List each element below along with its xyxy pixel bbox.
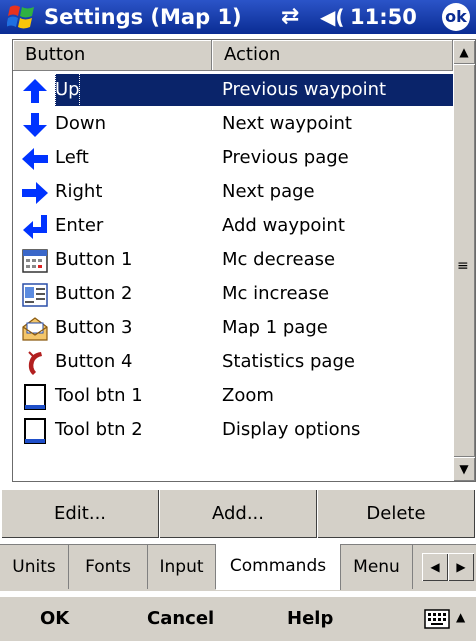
add-button[interactable]: Add...: [159, 489, 317, 538]
list-row[interactable]: Tool btn 1 Zoom: [13, 379, 453, 413]
scroll-thumb[interactable]: ≡: [453, 64, 475, 457]
row-button-label: Enter: [55, 215, 104, 236]
row-button-label: Button 2: [55, 283, 133, 304]
row-button-label: Left: [55, 147, 89, 168]
arrow-left-icon: [22, 148, 48, 170]
row-action-label: Mc increase: [222, 283, 330, 304]
list-rows: Up Previous waypoint Down Next waypoint …: [13, 73, 453, 447]
settings-tabs: Units Fonts Input Commands Menu ◀ ▶: [0, 544, 476, 591]
window-title: Settings (Map 1): [44, 5, 242, 29]
phone-icon: [28, 351, 42, 375]
delete-button[interactable]: Delete: [317, 489, 475, 538]
scroll-up-button[interactable]: ▲: [453, 40, 475, 64]
column-header-button[interactable]: Button: [13, 40, 212, 70]
tab-commands[interactable]: Commands: [216, 544, 341, 590]
keyboard-icon[interactable]: [424, 609, 450, 629]
list-row[interactable]: Button 2 Mc increase: [13, 277, 453, 311]
contacts-icon: [22, 283, 48, 307]
column-header-action[interactable]: Action: [212, 40, 453, 70]
enter-icon: [23, 215, 47, 239]
ok-title-button[interactable]: ok: [442, 3, 470, 31]
row-button-label: Tool btn 2: [55, 419, 143, 440]
row-action-label: Statistics page: [222, 351, 355, 372]
list-row[interactable]: Down Next waypoint: [13, 107, 453, 141]
windows-start-icon[interactable]: [7, 3, 37, 31]
commands-list[interactable]: Button Action Up Previous waypoint Down …: [12, 39, 476, 482]
list-row[interactable]: Up Previous waypoint: [13, 73, 453, 107]
list-row[interactable]: Button 4 Statistics page: [13, 345, 453, 379]
tab-scroll-right-icon[interactable]: ▶: [448, 553, 474, 581]
tab-fonts[interactable]: Fonts: [69, 545, 148, 589]
title-bar: Settings (Map 1) ⇄ ◀( 11:50 ok: [0, 0, 476, 34]
tool-button-icon: [24, 418, 46, 444]
row-button-label: Button 4: [55, 351, 133, 372]
arrow-up-icon: [23, 79, 47, 103]
row-action-label: Previous page: [222, 147, 349, 168]
menu-bar: OK Cancel Help ▲: [0, 596, 476, 641]
cancel-button[interactable]: Cancel: [147, 597, 214, 641]
row-button-label: Down: [55, 113, 107, 134]
ok-button[interactable]: OK: [40, 597, 69, 641]
row-button-label: Tool btn 1: [55, 385, 143, 406]
row-action-label: Add waypoint: [222, 215, 345, 236]
grip-icon: ≡: [457, 258, 469, 274]
arrow-down-icon: [23, 113, 47, 137]
tab-scroll-left-icon[interactable]: ◀: [422, 553, 448, 581]
row-action-label: Mc decrease: [222, 249, 336, 270]
row-action-label: Next page: [222, 181, 315, 202]
row-action-label: Map 1 page: [222, 317, 328, 338]
inbox-icon: [22, 317, 48, 341]
volume-icon[interactable]: ◀(: [320, 5, 345, 29]
list-scrollbar[interactable]: ▲ ≡ ▼: [453, 40, 475, 481]
row-button-label: Right: [55, 181, 103, 202]
list-row[interactable]: Left Previous page: [13, 141, 453, 175]
edit-button[interactable]: Edit...: [1, 489, 159, 538]
calendar-icon: [22, 249, 48, 273]
row-button-label: Button 1: [55, 249, 133, 270]
row-button-label: Up: [55, 73, 80, 107]
list-row[interactable]: Button 1 Mc decrease: [13, 243, 453, 277]
tab-units[interactable]: Units: [0, 545, 69, 589]
tab-scroll: ◀ ▶: [422, 553, 474, 581]
arrow-right-icon: [22, 182, 48, 204]
help-button[interactable]: Help: [287, 597, 333, 641]
clock[interactable]: 11:50: [350, 4, 417, 30]
list-row[interactable]: Tool btn 2 Display options: [13, 413, 453, 447]
row-action-label: Previous waypoint: [222, 79, 387, 100]
tab-input[interactable]: Input: [148, 545, 216, 589]
row-action-label: Next waypoint: [222, 113, 352, 134]
list-row[interactable]: Enter Add waypoint: [13, 209, 453, 243]
tool-button-icon: [24, 384, 46, 410]
list-row[interactable]: Button 3 Map 1 page: [13, 311, 453, 345]
connectivity-icon[interactable]: ⇄: [281, 5, 299, 29]
tab-menu[interactable]: Menu: [341, 545, 413, 589]
row-action-label: Display options: [222, 419, 361, 440]
list-row[interactable]: Right Next page: [13, 175, 453, 209]
scroll-down-button[interactable]: ▼: [453, 457, 475, 481]
list-header: Button Action: [13, 40, 453, 71]
row-button-label: Button 3: [55, 317, 133, 338]
row-action-label: Zoom: [222, 385, 274, 406]
input-menu-arrow-icon[interactable]: ▲: [456, 597, 465, 637]
